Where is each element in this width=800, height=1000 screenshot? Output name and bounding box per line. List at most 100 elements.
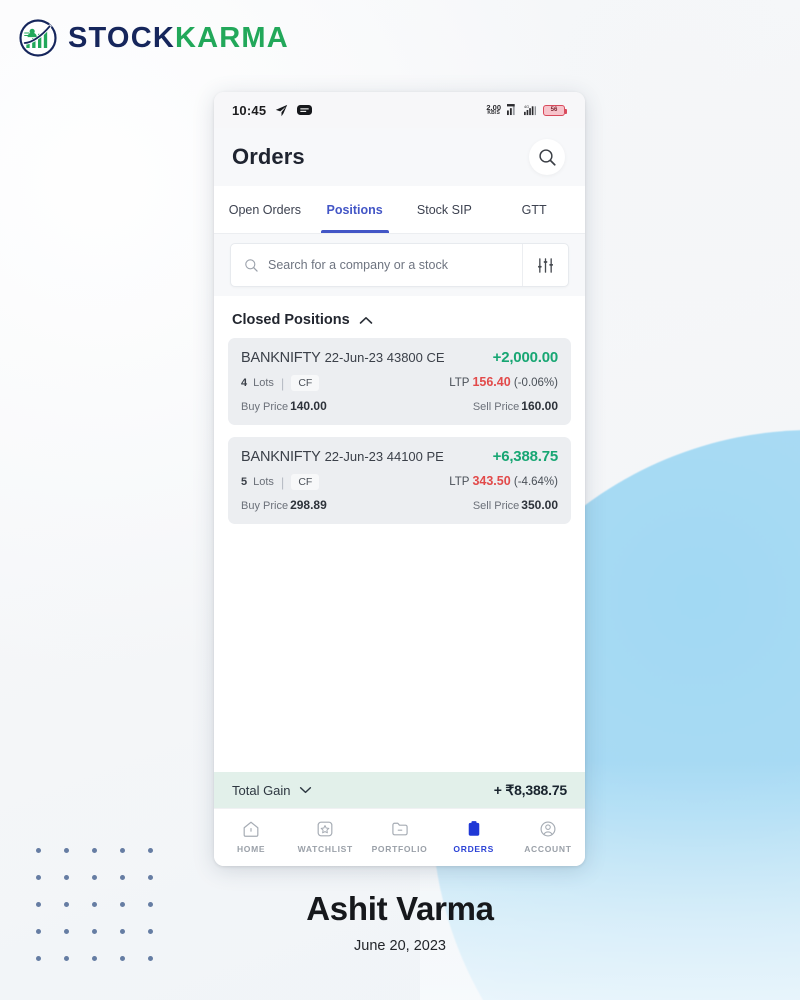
search-icon: [538, 148, 556, 166]
battery-indicator: 56: [543, 104, 567, 116]
position-card-meta-row: 5 Lots | CF LTP 343.50 (-4.64%): [241, 474, 558, 490]
position-sell-price: Sell Price 350.00: [473, 498, 558, 512]
nav-item-portfolio[interactable]: PORTFOLIO: [362, 819, 436, 854]
nav-item-home-label: HOME: [236, 843, 266, 854]
position-card-price-row: Buy Price 298.89 Sell Price 350.00: [241, 498, 558, 512]
position-ltp-label: LTP: [449, 377, 470, 389]
positions-list: Closed Positions BANKNIFTY 22-Jun-23 438…: [214, 296, 585, 772]
position-instrument: BANKNIFTY 22-Jun-23 44100 PE: [241, 449, 444, 465]
position-buy-price: Buy Price 298.89: [241, 498, 327, 512]
position-lots-count: 4: [241, 377, 248, 389]
position-symbol: BANKNIFTY: [241, 350, 321, 366]
nav-item-watchlist-label: WATCHLIST: [297, 843, 353, 854]
position-ltp-change: (-0.06%): [513, 377, 558, 389]
position-product-badge: CF: [291, 474, 320, 490]
tab-gtt[interactable]: GTT: [489, 186, 579, 233]
app-notification-icon: [297, 105, 313, 115]
chevron-up-icon: [359, 316, 372, 324]
position-symbol: BANKNIFTY: [241, 449, 321, 465]
tab-positions-label: Positions: [326, 202, 383, 217]
position-instrument: BANKNIFTY 22-Jun-23 43800 CE: [241, 350, 445, 366]
position-lots: 4 Lots | CF: [241, 375, 320, 391]
search-box: Search for a company or a stock: [230, 243, 569, 287]
position-ltp: LTP 343.50 (-4.64%): [449, 474, 558, 488]
status-bar-left: 10:45: [232, 102, 313, 118]
position-ltp-label: LTP: [449, 476, 470, 488]
position-buy-price-label: Buy Price: [241, 500, 289, 512]
home-icon: [243, 821, 259, 837]
nav-item-account-label: ACCOUNT: [524, 843, 572, 854]
position-lots-unit: Lots: [253, 377, 274, 389]
search-input[interactable]: Search for a company or a stock: [231, 244, 522, 286]
total-gain-bar[interactable]: Total Gain + ₹8,388.75: [214, 772, 585, 808]
poster-canvas: STOCKKARMA 10:45 2.00 KB/S 4G 56 Orders …: [0, 0, 800, 1000]
search-icon: [245, 258, 258, 272]
tab-stock-sip[interactable]: Stock SIP: [400, 186, 490, 233]
bottom-navigation-bar: HOME WATCHLIST PORTFOLIO ORDERS ACCOUNT: [214, 808, 585, 866]
tab-stock-sip-label: Stock SIP: [416, 202, 472, 217]
filter-button[interactable]: [522, 244, 568, 286]
page-title: Orders: [232, 144, 305, 169]
position-card[interactable]: BANKNIFTY 22-Jun-23 44100 PE +6,388.75 5…: [228, 437, 571, 524]
status-bar-clock: 10:45: [232, 102, 267, 118]
app-header: Orders: [214, 128, 585, 186]
nav-item-portfolio-label: PORTFOLIO: [371, 843, 428, 854]
nav-item-orders-label: ORDERS: [453, 843, 494, 854]
stockkarma-circle-chart-logo-icon: [19, 19, 57, 57]
position-lots: 5 Lots | CF: [241, 474, 320, 490]
brand-wordmark: STOCKKARMA: [68, 21, 289, 54]
nav-item-orders[interactable]: ORDERS: [437, 819, 511, 854]
person-name: Ashit Varma: [306, 890, 494, 927]
position-pnl: +2,000.00: [492, 349, 559, 366]
brand-name-part2: KARMA: [174, 21, 289, 54]
nav-item-home[interactable]: HOME: [214, 819, 288, 854]
star-square-icon: [317, 821, 333, 836]
position-sell-price-label: Sell Price: [472, 401, 520, 413]
svg-text:4G: 4G: [524, 104, 529, 109]
chevron-down-icon: [299, 787, 311, 794]
position-lots-unit: Lots: [253, 476, 274, 488]
position-contract: 22-Jun-23 43800 CE: [324, 350, 445, 365]
position-meta-divider: |: [280, 474, 285, 490]
network-speed-indicator: 2.00 KB/S: [486, 104, 501, 117]
position-sell-price-value: 350.00: [521, 498, 558, 512]
brand-logo: STOCKKARMA: [18, 18, 289, 58]
caption-date: June 20, 2023: [354, 938, 446, 954]
nav-item-account[interactable]: ACCOUNT: [511, 819, 585, 854]
position-sell-price: Sell Price 160.00: [473, 399, 558, 413]
total-gain-label: Total Gain: [232, 782, 291, 798]
clipboard-filled-icon: [468, 820, 479, 836]
volte-4g-signal-icon: 4G: [524, 104, 536, 116]
network-speed-unit: KB/S: [487, 110, 501, 117]
search-row: Search for a company or a stock: [214, 234, 585, 296]
list-empty-space: [214, 536, 585, 772]
position-pnl: +6,388.75: [492, 448, 559, 465]
telegram-send-icon: [276, 104, 288, 116]
position-meta-divider: |: [280, 375, 285, 391]
position-ltp-value: 156.40: [472, 375, 511, 389]
nav-item-watchlist[interactable]: WATCHLIST: [288, 819, 362, 854]
position-contract: 22-Jun-23 44100 PE: [324, 449, 444, 464]
total-gain-label-group: Total Gain: [232, 783, 312, 798]
position-ltp-change: (-4.64%): [513, 476, 558, 488]
phone-status-bar: 10:45 2.00 KB/S 4G 56: [214, 92, 585, 128]
tab-gtt-label: GTT: [521, 202, 547, 217]
closed-positions-section-header[interactable]: Closed Positions: [214, 296, 585, 338]
position-buy-price-value: 140.00: [290, 399, 327, 413]
position-card[interactable]: BANKNIFTY 22-Jun-23 43800 CE +2,000.00 4…: [228, 338, 571, 425]
position-ltp: LTP 156.40 (-0.06%): [449, 375, 558, 389]
phone-mockup: 10:45 2.00 KB/S 4G 56 Orders Open Orders…: [214, 92, 585, 866]
position-card-meta-row: 4 Lots | CF LTP 156.40 (-0.06%): [241, 375, 558, 391]
tab-positions[interactable]: Positions: [310, 186, 400, 233]
position-card-price-row: Buy Price 140.00 Sell Price 160.00: [241, 399, 558, 413]
header-search-button[interactable]: [529, 139, 565, 175]
position-lots-count: 5: [241, 476, 248, 488]
position-ltp-value: 343.50: [472, 474, 511, 488]
caption-block: Ashit Varma June 20, 2023: [0, 890, 800, 954]
tab-open-orders[interactable]: Open Orders: [220, 186, 310, 233]
position-product-badge: CF: [291, 375, 320, 391]
search-placeholder: Search for a company or a stock: [268, 258, 448, 272]
orders-tab-bar: Open Orders Positions Stock SIP GTT: [214, 186, 585, 234]
position-buy-price-label: Buy Price: [241, 401, 289, 413]
battery-level-text: 56: [550, 107, 558, 113]
